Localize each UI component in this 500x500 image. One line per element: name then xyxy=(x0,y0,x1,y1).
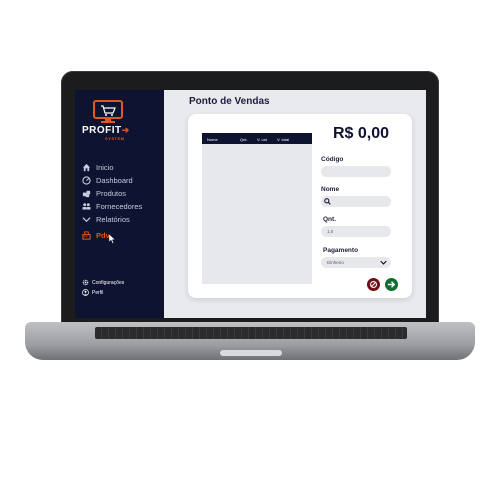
home-icon xyxy=(82,163,91,172)
products-icon xyxy=(82,190,91,198)
sidebar-item-label: Dashboard xyxy=(96,176,133,185)
cancel-sale-button[interactable] xyxy=(367,278,380,291)
sidebar-item-inicio[interactable]: Inicio xyxy=(82,162,114,173)
cart-monitor-logo-icon xyxy=(93,100,123,123)
pos-card: Nome Qnt. V. uni V. total R$ 0,00 Código… xyxy=(188,114,412,298)
sidebar-item-label: Configurações xyxy=(92,279,125,286)
sidebar-item-perfil[interactable]: Perfil xyxy=(82,287,103,298)
logo-text: PROFIT➔ xyxy=(82,125,130,136)
qnt-label: Qnt. xyxy=(323,216,336,223)
cancel-icon xyxy=(369,280,378,289)
codigo-label: Código xyxy=(321,156,344,163)
items-table-header: Nome Qnt. V. uni V. total xyxy=(202,133,312,144)
chevron-down-icon xyxy=(82,217,91,223)
user-icon xyxy=(82,289,89,296)
sidebar-item-label: Perfil xyxy=(92,289,104,296)
qnt-value: 1,0 xyxy=(327,229,334,234)
pagamento-select[interactable]: Dinheiro xyxy=(321,257,391,268)
laptop-trackpad-edge xyxy=(220,350,282,356)
sidebar-item-label: Produtos xyxy=(96,189,127,198)
cash-register-icon xyxy=(82,231,91,240)
column-valor-unitario: V. uni xyxy=(257,137,267,142)
dashboard-icon xyxy=(82,176,91,185)
laptop-keyboard xyxy=(95,327,407,339)
sidebar-item-label: Relatórios xyxy=(96,215,130,224)
nome-input[interactable] xyxy=(321,196,391,207)
pagamento-label: Pagamento xyxy=(323,247,359,254)
nome-label: Nome xyxy=(321,186,340,193)
confirm-sale-button[interactable] xyxy=(385,278,398,291)
sidebar: PROFIT➔ SYSTEM Inicio Dashboard Produtos… xyxy=(75,90,164,318)
sidebar-item-relatorios[interactable]: Relatórios xyxy=(82,214,130,225)
gear-icon xyxy=(82,279,89,286)
app-screen: PROFIT➔ SYSTEM Inicio Dashboard Produtos… xyxy=(75,90,426,318)
total-value: R$ 0,00 xyxy=(333,125,390,142)
page-title: Ponto de Vendas xyxy=(189,96,270,107)
column-nome: Nome xyxy=(207,137,218,142)
arrow-right-icon xyxy=(387,281,396,288)
items-table-body[interactable] xyxy=(202,144,312,284)
sidebar-item-dashboard[interactable]: Dashboard xyxy=(82,175,133,186)
sidebar-item-produtos[interactable]: Produtos xyxy=(82,188,126,199)
mouse-cursor-icon xyxy=(109,234,116,244)
sidebar-item-label: Fornecedores xyxy=(96,202,143,211)
search-icon xyxy=(324,198,331,205)
qnt-input[interactable]: 1,0 xyxy=(321,226,391,237)
sidebar-item-label: Pdv xyxy=(96,231,110,240)
column-valor-total: V. total xyxy=(277,137,290,142)
sidebar-item-fornecedores[interactable]: Fornecedores xyxy=(82,201,142,212)
suppliers-icon xyxy=(82,203,91,210)
sidebar-item-pdv[interactable]: Pdv xyxy=(82,230,110,241)
codigo-input[interactable] xyxy=(321,166,391,177)
pagamento-value: Dinheiro xyxy=(327,260,344,265)
logo-subtext: SYSTEM xyxy=(105,136,125,141)
column-qnt: Qnt. xyxy=(240,137,248,142)
chevron-down-icon xyxy=(380,260,387,265)
sidebar-item-label: Inicio xyxy=(96,163,114,172)
